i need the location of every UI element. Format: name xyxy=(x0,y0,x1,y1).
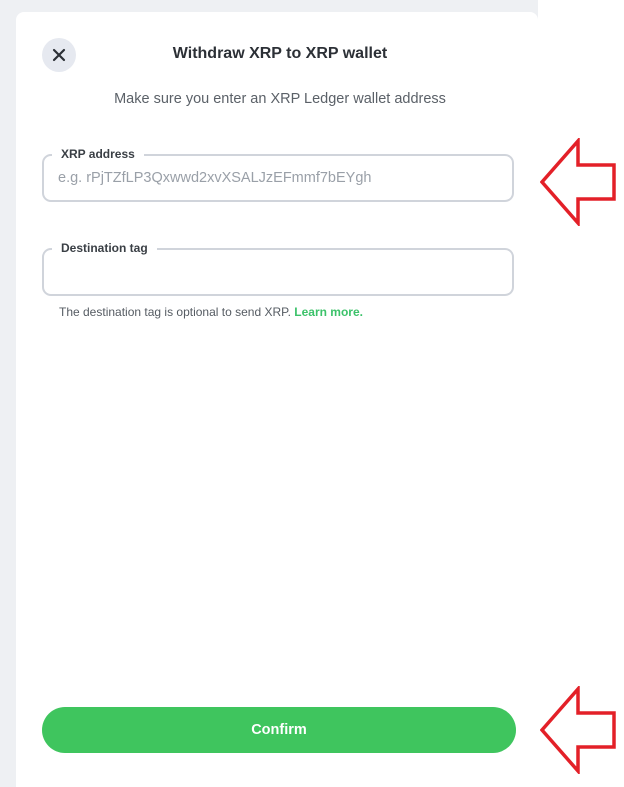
destination-tag-helper: The destination tag is optional to send … xyxy=(59,305,363,319)
dialog-subtitle: Make sure you enter an XRP Ledger wallet… xyxy=(114,91,446,107)
left-arrow-outline-icon xyxy=(540,138,616,226)
withdraw-dialog: Withdraw XRP to XRP wallet Make sure you… xyxy=(16,12,538,787)
left-arrow-outline-icon xyxy=(540,686,616,774)
xrp-address-label: XRP address xyxy=(52,146,144,162)
xrp-address-input[interactable] xyxy=(58,166,498,190)
xrp-address-field[interactable]: XRP address xyxy=(42,146,514,202)
destination-tag-field[interactable]: Destination tag xyxy=(42,240,514,296)
dialog-title: Withdraw XRP to XRP wallet xyxy=(172,45,388,62)
confirm-button[interactable]: Confirm xyxy=(42,707,516,753)
destination-tag-input[interactable] xyxy=(58,260,498,284)
destination-tag-helper-text: The destination tag is optional to send … xyxy=(59,305,291,319)
destination-tag-label: Destination tag xyxy=(52,240,157,256)
background-area xyxy=(538,0,624,787)
learn-more-link[interactable]: Learn more. xyxy=(294,305,363,319)
